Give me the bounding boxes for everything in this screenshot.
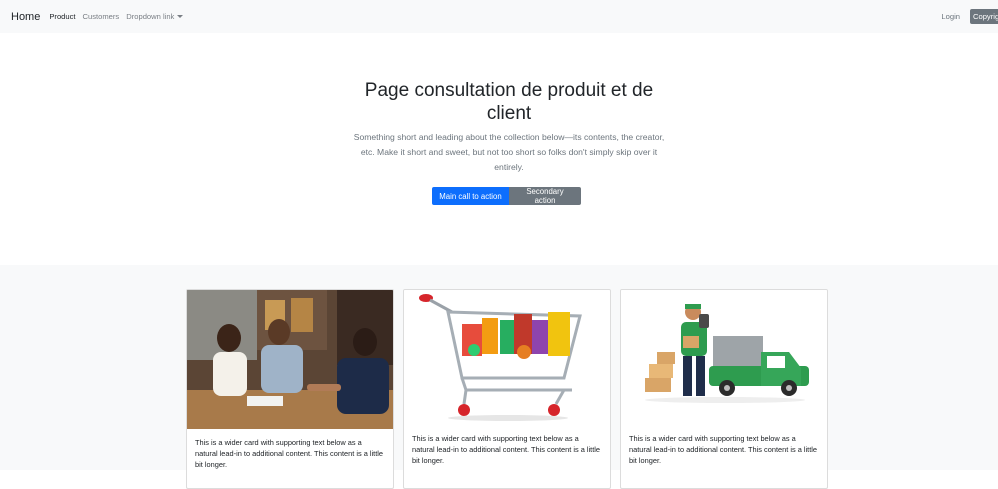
business-meeting-photo xyxy=(187,290,393,429)
nav-dropdown-link[interactable]: Dropdown link xyxy=(126,12,184,21)
main-call-to-action-button[interactable]: Main call to action xyxy=(432,187,509,205)
hero-buttons: Main call to action Secondary action xyxy=(432,187,581,205)
brand-home-link[interactable]: Home xyxy=(11,11,40,23)
nav-link-product[interactable]: Product xyxy=(49,12,75,21)
nav-dropdown-label: Dropdown link xyxy=(126,12,175,21)
login-link[interactable]: Login xyxy=(941,12,960,21)
navbar: Home Product Customers Dropdown link Log… xyxy=(0,0,998,33)
shopping-cart-icon xyxy=(404,290,610,425)
copyright-button[interactable]: Copyright xyxy=(970,9,998,24)
card-image-business-meeting xyxy=(187,290,393,429)
card-delivery: This is a wider card with supporting tex… xyxy=(620,289,828,489)
nav-links: Product Customers Dropdown link xyxy=(49,12,190,21)
card-image-delivery xyxy=(621,290,827,425)
hero-section: Page consultation de produit et de clien… xyxy=(0,33,998,265)
card-body: This is a wider card with supporting tex… xyxy=(629,434,818,465)
navbar-right: Login Copyright xyxy=(941,0,998,33)
card-customers: This is a wider card with supporting tex… xyxy=(186,289,394,489)
page-title: Page consultation de produit et de clien… xyxy=(364,80,654,124)
secondary-action-button[interactable]: Secondary action xyxy=(509,187,581,205)
album-section: This is a wider card with supporting tex… xyxy=(0,265,998,489)
nav-link-customers[interactable]: Customers xyxy=(83,12,120,21)
card-product: This is a wider card with supporting tex… xyxy=(403,289,611,489)
caret-down-icon xyxy=(177,15,184,18)
delivery-truck-icon xyxy=(621,290,827,425)
card-image-shopping-cart xyxy=(404,290,610,425)
card-body: This is a wider card with supporting tex… xyxy=(412,434,601,465)
hero-lead-text: Something short and leading about the co… xyxy=(353,132,665,172)
card-body: This is a wider card with supporting tex… xyxy=(195,438,384,469)
